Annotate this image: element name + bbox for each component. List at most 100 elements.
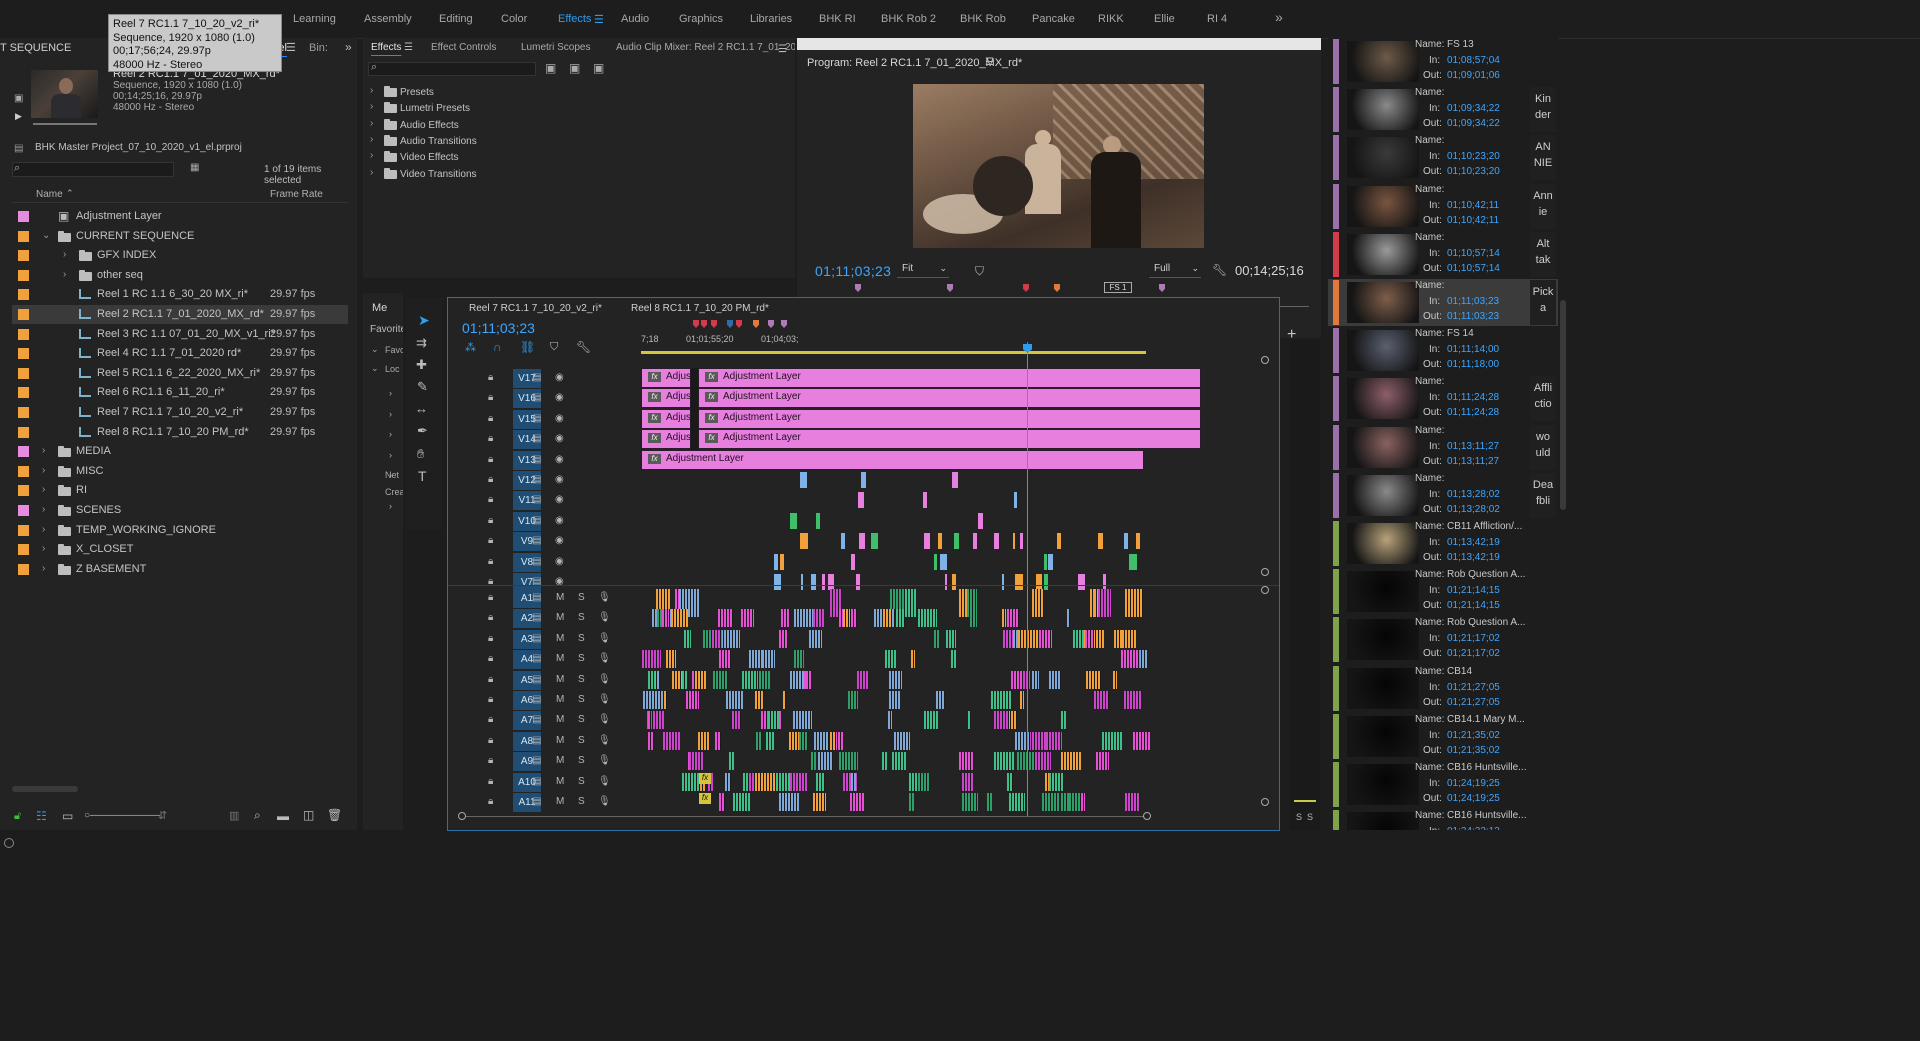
lock-icon[interactable]: 🔒︎ [488,494,493,505]
icon-view-icon[interactable]: ▭ [62,809,73,823]
chevron-right-icon[interactable]: › [42,445,45,456]
marker[interactable] [711,320,717,328]
workspace-tab[interactable]: Effects [558,13,591,25]
effects-tab[interactable]: Effect Controls [431,42,496,53]
clip-in-timecode[interactable]: 01;21;14;15 [1447,585,1500,596]
sync-lock-icon[interactable]: ▤ [532,755,541,766]
sync-lock-icon[interactable]: ▤ [532,633,541,644]
audio-clip[interactable] [718,793,725,811]
workspace-tab[interactable]: RI 4 [1207,13,1227,25]
audio-clip[interactable] [856,670,869,689]
media-item[interactable]: Net [385,470,399,480]
sync-lock-icon[interactable]: ▤ [532,735,541,746]
audio-clip[interactable] [1009,793,1025,811]
program-timecode[interactable]: 01;11;03;23 [815,263,891,279]
audio-clip[interactable] [741,670,758,689]
audio-clip[interactable] [741,609,754,628]
effects-tab[interactable]: Effects [371,42,401,53]
audio-clip[interactable] [961,772,973,791]
audio-clip[interactable] [918,772,931,791]
audio-clip[interactable] [726,691,744,709]
mute-button[interactable]: M [556,674,564,685]
adjustment-layer-clip[interactable]: Adjustm fx [641,408,691,429]
marker[interactable] [768,320,774,328]
clip-in-timecode[interactable]: 01;10;57;14 [1447,248,1500,259]
solo-button[interactable]: S [578,755,585,766]
audio-clip[interactable] [905,589,916,617]
mute-button[interactable]: M [556,735,564,746]
clip-in-timecode[interactable]: 01;13;28;02 [1447,489,1500,500]
label-color-swatch[interactable] [18,426,29,438]
clip-out-timecode[interactable]: 01;09;34;22 [1447,118,1500,129]
clip-thumbnail[interactable] [1347,474,1419,516]
label-color-swatch[interactable] [18,387,29,399]
project-row[interactable]: › RI [12,481,348,500]
tab-sequence-reel7[interactable]: Reel 7 RC1.1 7_10_20_v2_ri* [469,303,602,314]
video-clip[interactable] [994,533,999,550]
clip-list-item[interactable]: Name: In: 01;10;57;14 Out: 01;10;57;14 Alt ta… [1328,231,1558,278]
eye-icon[interactable]: ◉ [555,515,564,526]
label-color-swatch[interactable] [18,367,29,379]
marker[interactable] [693,320,699,328]
sync-lock-icon[interactable]: ▤ [532,714,541,725]
sync-lock-icon[interactable]: ▤ [532,535,541,546]
audio-clip[interactable] [810,752,816,771]
marker[interactable] [701,320,707,328]
audio-clip[interactable] [780,609,790,628]
sync-lock-icon[interactable]: ▤ [532,694,541,705]
clip-in-timecode[interactable]: 01;11;24;28 [1447,392,1499,403]
list-view-icon[interactable]: ☷ [36,809,47,823]
lock-icon[interactable]: 🔒︎ [488,535,493,546]
workspace-tab[interactable]: Ellie [1154,13,1175,25]
camera-icon[interactable]: ▣ [14,93,23,104]
new-bin-icon[interactable]: ▬ [277,809,289,823]
video-clip[interactable] [815,512,821,529]
clip-list-item[interactable]: Name:CB16 Huntsville... In: 01;24;22;12 [1328,809,1558,830]
video-clip[interactable] [951,574,955,590]
workspace-tab[interactable]: Audio [621,13,649,25]
audio-clip[interactable] [719,650,731,669]
label-color-swatch[interactable] [18,250,29,262]
audio-clip[interactable] [818,752,834,771]
project-row[interactable]: › GFX INDEX [12,246,348,265]
tab-sequence[interactable]: T SEQUENCE [0,42,71,54]
eye-icon[interactable]: ◉ [555,372,564,383]
clip-in-timecode[interactable]: 01;24;22;12 [1447,826,1500,830]
microphone-icon[interactable]: 🎙︎ [598,755,611,766]
clip-out-timecode[interactable]: 01;11;24;28 [1447,407,1499,418]
clip-out-timecode[interactable]: 01;10;42;11 [1447,215,1499,226]
video-clip[interactable] [978,512,984,529]
chevron-right-icon[interactable]: › [389,501,392,511]
adjustment-layer-clip[interactable]: Adjustment Layer fx [698,408,1201,429]
video-clip[interactable] [944,574,948,590]
microphone-icon[interactable]: 🎙︎ [598,776,611,787]
label-color-swatch[interactable] [18,407,29,418]
media-item[interactable]: Loc [385,364,400,374]
tab-bin[interactable]: Bin: [309,42,328,54]
clip-out-timecode[interactable]: 01;11;18;00 [1447,359,1499,370]
audio-clip[interactable] [715,731,722,750]
chevron-right-icon[interactable]: › [63,269,66,280]
audio-clip[interactable] [798,731,808,750]
video-clip[interactable] [1124,533,1129,550]
new-item-icon[interactable]: ◫ [303,808,314,822]
project-row[interactable]: Reel 2 RC1.1 7_01_2020_MX_rd* 29.97 fps [12,305,348,324]
video-clip[interactable] [779,553,784,570]
sync-lock-icon[interactable]: ▤ [532,413,541,424]
video-clip[interactable] [1043,553,1048,570]
project-row[interactable]: Reel 7 RC1.1 7_10_20_v2_ri* 29.97 fps [12,403,348,422]
audio-clip[interactable] [889,691,901,709]
add-button-icon[interactable]: + [1287,326,1296,338]
sort-icon[interactable]: ⇵ [158,809,167,822]
accelerated-effects-icon[interactable]: ▣ [545,61,556,75]
adjustment-layer-clip[interactable]: Adjustment Layer fx [698,368,1201,388]
clip-thumbnail[interactable] [1347,619,1419,661]
clip-in-timecode[interactable]: 01;09;34;22 [1447,103,1500,114]
label-color-swatch[interactable] [18,230,29,242]
audio-clip[interactable] [648,731,654,750]
audio-clip[interactable] [642,650,661,669]
audio-clip[interactable] [835,731,843,750]
clip-list-item[interactable]: Name: FS 13 In: 01;08;57;04 Out: 01;09;01;06 [1328,38,1558,85]
add-marker-icon[interactable]: ⛉ [975,264,984,279]
clip-out-timecode[interactable]: 01;13;11;27 [1447,456,1499,467]
